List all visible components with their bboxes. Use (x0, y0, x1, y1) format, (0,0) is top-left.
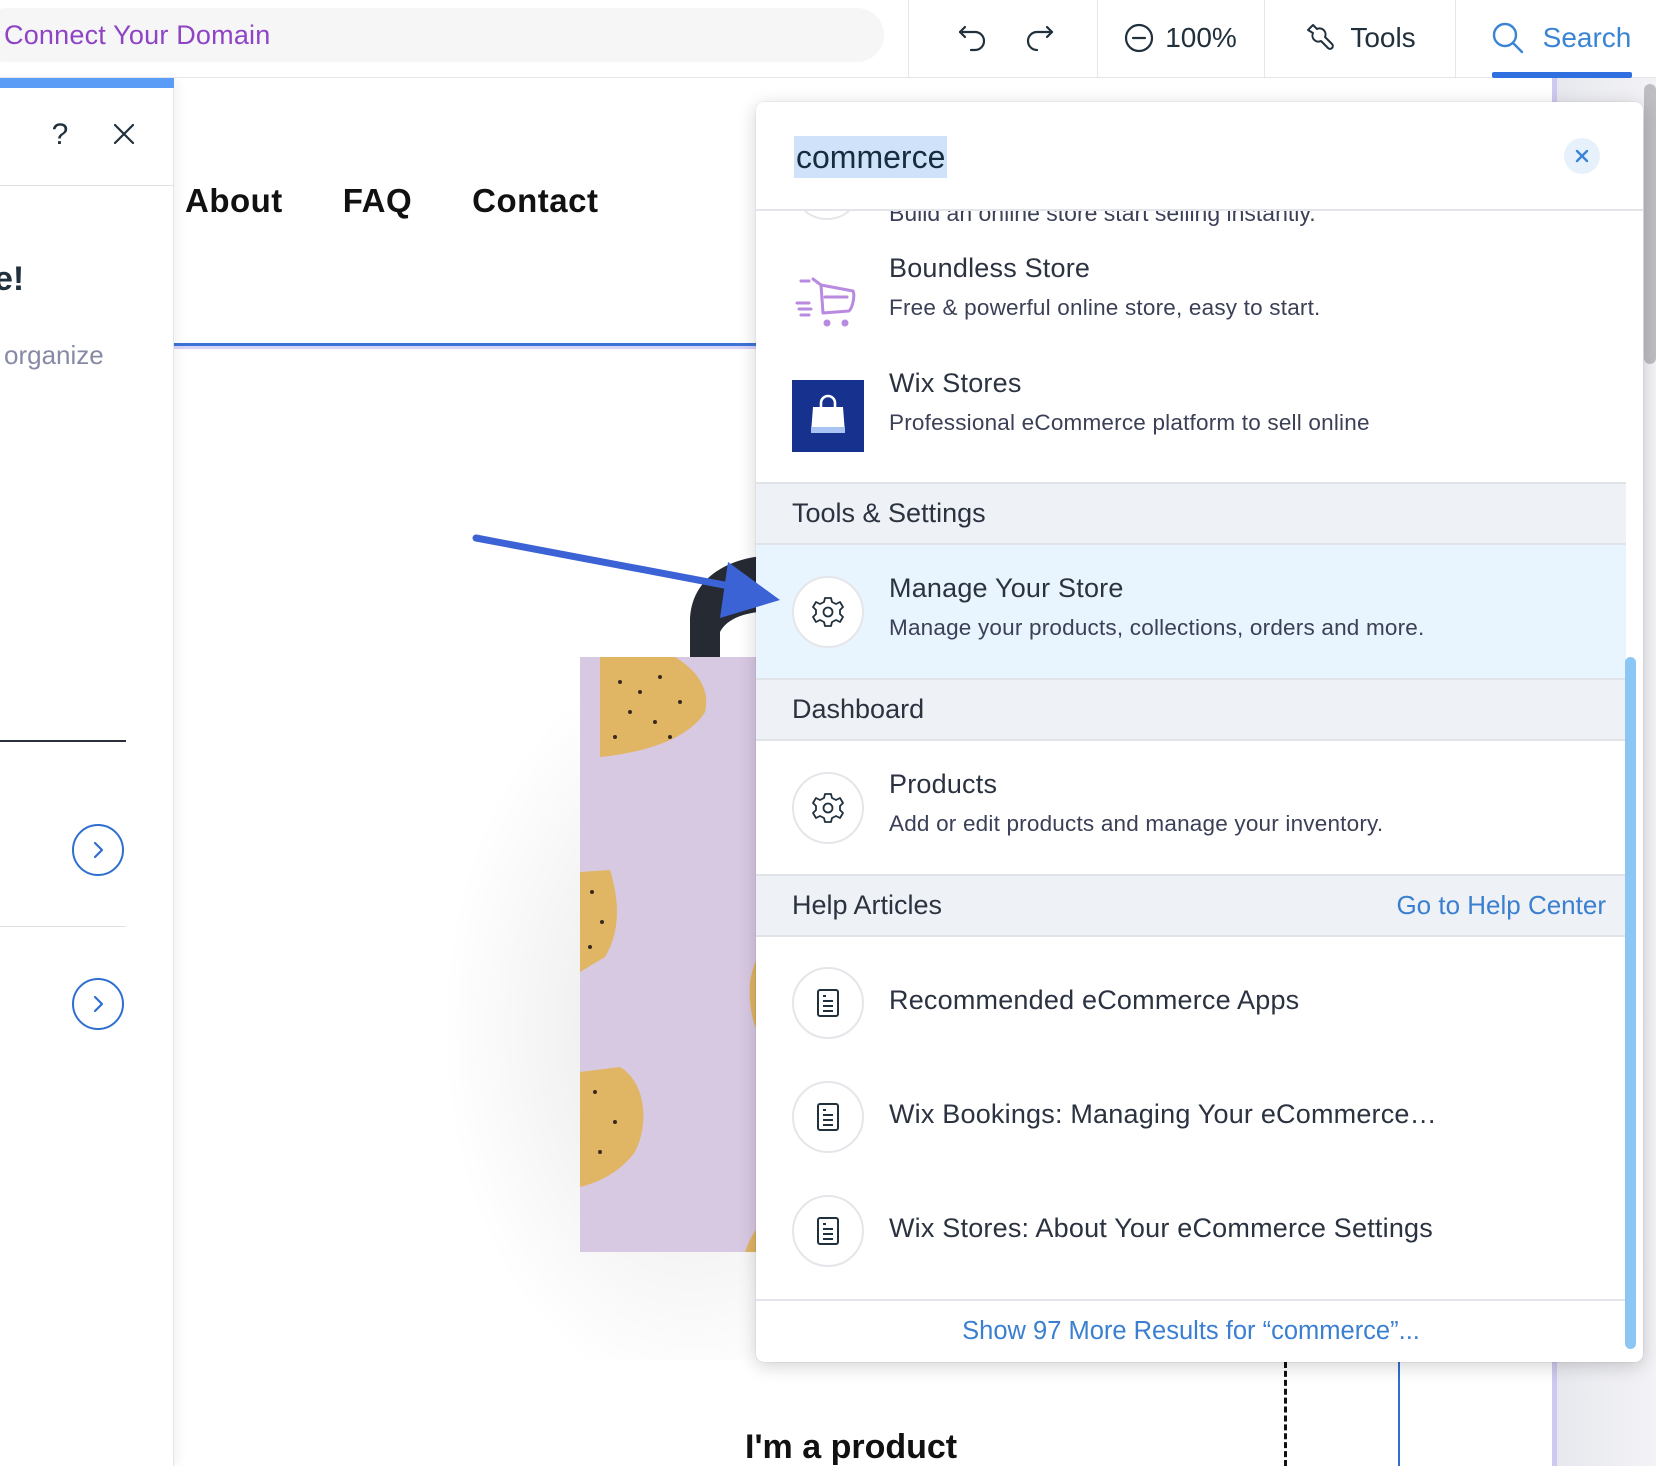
document-icon (792, 1195, 864, 1267)
shopping-cart-icon (792, 265, 864, 337)
result-title: Manage Your Store (889, 573, 1124, 603)
connect-domain-button[interactable]: Connect Your Domain (0, 8, 884, 62)
result-title: Products (889, 769, 998, 799)
nav-item-contact[interactable]: Contact (472, 182, 598, 220)
help-article-title: Wix Stores: About Your eCommerce Setting… (889, 1213, 1433, 1243)
toolbar-divider (1455, 0, 1456, 78)
result-item-manage-your-store[interactable]: Manage Your Store Manage your products, … (756, 545, 1626, 678)
section-title: Tools & Settings (792, 498, 986, 528)
connect-domain-label: Connect Your Domain (4, 19, 271, 50)
panel-heading: e! (0, 260, 25, 298)
help-article-item[interactable]: Wix Stores: About Your eCommerce Setting… (756, 1165, 1626, 1299)
shopping-bag-icon (792, 380, 864, 452)
result-subtitle: Add or edit products and manage your inv… (889, 811, 1384, 836)
search-icon (1492, 22, 1523, 54)
panel-divider (0, 740, 126, 742)
nav-item-about[interactable]: About (185, 182, 283, 220)
search-tab-label: Search (1542, 22, 1632, 53)
panel-header: ? (0, 88, 174, 186)
clear-search-button[interactable] (1564, 138, 1600, 174)
help-article-title: Wix Bookings: Managing Your eCommerce… (889, 1099, 1437, 1129)
wrench-icon (1307, 24, 1335, 50)
redo-button[interactable] (1016, 0, 1062, 76)
zoom-out-icon (1125, 23, 1154, 53)
toolbar-divider (1264, 0, 1265, 78)
layout-guide-line (1398, 1362, 1400, 1466)
section-header-dashboard: Dashboard (756, 678, 1626, 741)
help-article-title: Recommended eCommerce Apps (889, 985, 1300, 1015)
zoom-level: 100% (1165, 22, 1237, 53)
product-title[interactable]: I'm a product (745, 1428, 957, 1466)
next-step-button[interactable] (72, 824, 124, 876)
result-item-boundless-store[interactable]: Boundless Store Free & powerful online s… (756, 243, 1626, 358)
document-icon (792, 1081, 864, 1153)
toolbar-divider (908, 0, 909, 78)
show-more-results-link[interactable]: Show 97 More Results for “commerce”... (962, 1317, 1420, 1346)
site-navigation-menu: About FAQ Contact (185, 182, 598, 220)
section-header-help-articles: Help Articles Go to Help Center (756, 874, 1626, 937)
result-item-wix-stores[interactable]: Wix Stores Professional eCommerce platfo… (756, 358, 1626, 482)
go-to-help-center-link[interactable]: Go to Help Center (1396, 890, 1606, 921)
page-scrollbar[interactable] (1644, 84, 1656, 364)
panel-divider (0, 926, 126, 927)
result-item-products[interactable]: Products Add or edit products and manage… (756, 741, 1626, 874)
nav-item-faq[interactable]: FAQ (343, 182, 412, 220)
search-input-row: commerce (756, 102, 1643, 211)
section-title: Dashboard (792, 694, 925, 724)
help-button[interactable]: ? (46, 118, 74, 152)
tools-label: Tools (1350, 22, 1416, 53)
tools-button[interactable]: Tools (1296, 0, 1422, 76)
more-results-row: Show 97 More Results for “commerce”... (756, 1299, 1626, 1362)
panel-progress-bar (0, 78, 174, 88)
left-side-panel: ? e! organize (0, 78, 174, 1466)
panel-description: organize (4, 340, 104, 370)
help-article-item[interactable]: Recommended eCommerce Apps (756, 937, 1626, 1051)
editor-top-bar: Connect Your Domain 100% Tools Search (0, 0, 1656, 78)
close-icon (1575, 149, 1589, 163)
result-title: Boundless Store (889, 253, 1091, 283)
gear-icon (792, 772, 864, 844)
header-boundary-shadow (174, 346, 774, 349)
zoom-button[interactable]: 100% (1120, 0, 1240, 76)
chevron-right-icon (93, 841, 104, 859)
result-title: Wix Stores (889, 368, 1022, 398)
active-tab-indicator (1492, 72, 1632, 78)
search-results-panel: commerce Build an online store start sel… (756, 102, 1643, 1362)
document-icon (792, 967, 864, 1039)
undo-button[interactable] (950, 0, 996, 76)
next-step-button[interactable] (72, 978, 124, 1030)
toolbar-divider (1097, 0, 1098, 78)
search-tab[interactable]: Search (1486, 0, 1636, 76)
result-subtitle: Free & powerful online store, easy to st… (889, 295, 1321, 320)
close-icon[interactable] (110, 120, 138, 148)
section-title: Help Articles (792, 890, 943, 920)
chevron-right-icon (93, 995, 104, 1013)
gear-icon (792, 576, 864, 648)
results-scrollbar[interactable] (1625, 657, 1636, 1349)
result-subtitle: Professional eCommerce platform to sell … (889, 410, 1370, 435)
section-header-tools-settings: Tools & Settings (756, 482, 1626, 545)
help-article-item[interactable]: Wix Bookings: Managing Your eCommerce… (756, 1051, 1626, 1165)
result-subtitle: Manage your products, collections, order… (889, 615, 1425, 640)
search-input[interactable]: commerce (794, 136, 948, 178)
layout-guide-dashed (1284, 1362, 1287, 1466)
redo-icon (1026, 25, 1054, 52)
undo-icon (958, 25, 986, 52)
